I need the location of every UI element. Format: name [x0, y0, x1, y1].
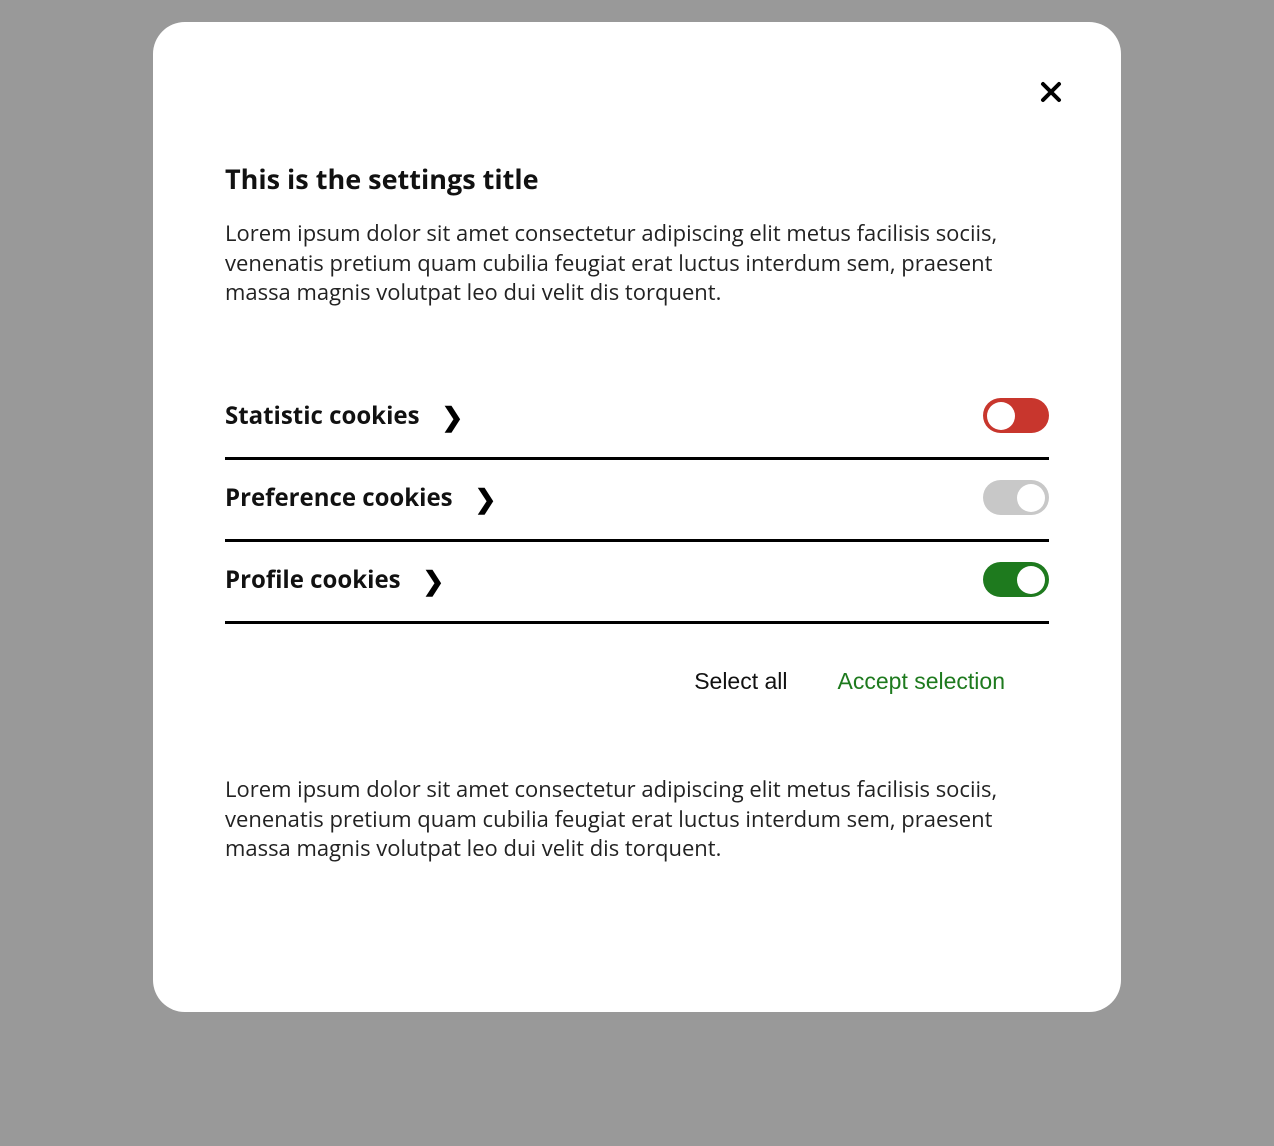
close-button[interactable] — [1031, 72, 1071, 112]
actions-row: Select all Accept selection — [225, 668, 1049, 695]
accept-selection-button[interactable]: Accept selection — [838, 668, 1005, 695]
settings-intro-text: Lorem ipsum dolor sit amet consectetur a… — [225, 219, 1049, 308]
toggle-preference[interactable] — [983, 480, 1049, 515]
category-expand-preference[interactable]: Preference cookies ❯ — [225, 481, 496, 514]
toggle-knob — [987, 402, 1015, 430]
toggle-statistic[interactable] — [983, 398, 1049, 433]
toggle-knob — [1017, 484, 1045, 512]
select-all-button[interactable]: Select all — [694, 668, 787, 695]
category-label: Profile cookies — [225, 563, 401, 596]
chevron-right-icon: ❯ — [475, 485, 497, 511]
cookie-settings-modal: This is the settings title Lorem ipsum d… — [153, 22, 1121, 1012]
settings-title: This is the settings title — [225, 160, 1049, 197]
settings-outro-text: Lorem ipsum dolor sit amet consectetur a… — [225, 775, 1049, 864]
cookie-category-row: Preference cookies ❯ — [225, 460, 1049, 542]
category-label: Statistic cookies — [225, 399, 420, 432]
cookie-category-row: Profile cookies ❯ — [225, 542, 1049, 624]
cookie-category-row: Statistic cookies ❯ — [225, 378, 1049, 460]
toggle-knob — [1017, 566, 1045, 594]
chevron-right-icon: ❯ — [423, 567, 445, 593]
category-expand-statistic[interactable]: Statistic cookies ❯ — [225, 399, 463, 432]
category-expand-profile[interactable]: Profile cookies ❯ — [225, 563, 444, 596]
chevron-right-icon: ❯ — [442, 403, 464, 429]
close-icon — [1039, 80, 1063, 104]
category-label: Preference cookies — [225, 481, 453, 514]
toggle-profile[interactable] — [983, 562, 1049, 597]
